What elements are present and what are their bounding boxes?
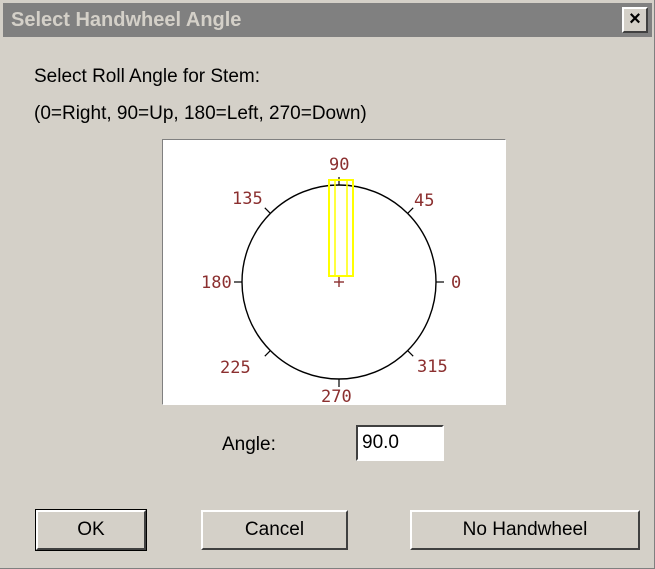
tick-label-225: 225 (220, 358, 251, 378)
tick-label-90: 90 (329, 155, 349, 175)
tick-label-315: 315 (417, 357, 448, 377)
prompt-label: Select Roll Angle for Stem: (34, 66, 260, 87)
angle-input[interactable] (356, 425, 444, 461)
stem-outer-rect (328, 179, 354, 277)
angle-dial-panel[interactable]: 0 45 90 135 180 225 270 315 (162, 139, 506, 405)
handwheel-dialog: Select Handwheel Angle × Select Roll Ang… (0, 0, 655, 569)
angle-dial[interactable]: 0 45 90 135 180 225 270 315 (163, 140, 505, 404)
angle-label: Angle: (222, 434, 276, 455)
cancel-button[interactable]: Cancel (201, 510, 348, 550)
tick-225 (264, 350, 271, 357)
tick-label-180: 180 (201, 273, 232, 293)
close-button[interactable]: × (622, 7, 648, 33)
title-bar: Select Handwheel Angle × (3, 3, 652, 37)
window-title: Select Handwheel Angle (11, 9, 242, 31)
tick-label-45: 45 (414, 191, 434, 211)
center-cross (334, 277, 344, 287)
no-handwheel-button[interactable]: No Handwheel (410, 510, 640, 550)
tick-label-0: 0 (451, 273, 461, 293)
ok-button[interactable]: OK (35, 509, 147, 551)
stem-inner-rect (334, 179, 348, 277)
close-icon: × (629, 8, 641, 30)
tick-label-270: 270 (321, 387, 352, 404)
tick-label-135: 135 (232, 189, 263, 209)
tick-135 (264, 207, 271, 214)
stem-indicator[interactable] (328, 179, 354, 277)
angle-legend-label: (0=Right, 90=Up, 180=Left, 270=Down) (34, 103, 367, 124)
tick-315 (407, 350, 414, 357)
tick-45 (407, 207, 414, 214)
